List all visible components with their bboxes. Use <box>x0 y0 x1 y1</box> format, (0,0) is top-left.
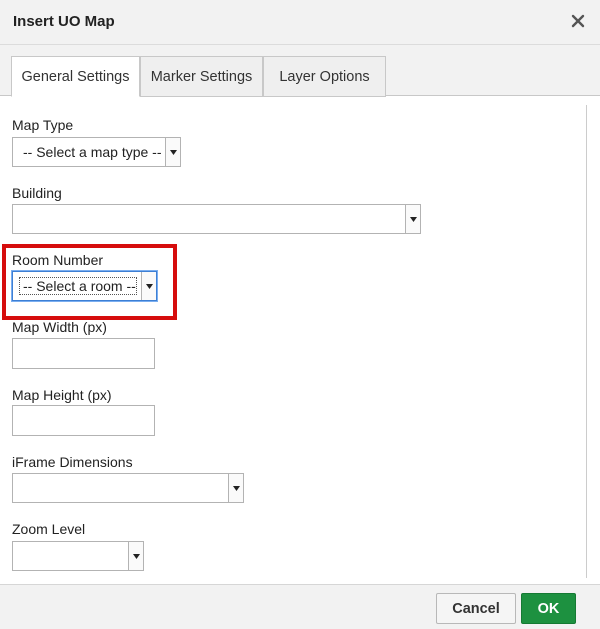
panel-scroll-divider <box>586 105 587 578</box>
close-icon[interactable] <box>570 13 586 29</box>
room-number-select[interactable]: -- Select a room -- <box>12 271 157 301</box>
tab-bar: General Settings Marker Settings Layer O… <box>0 45 600 97</box>
ok-button[interactable]: OK <box>521 593 576 624</box>
dialog-title: Insert UO Map <box>13 13 115 30</box>
map-type-select[interactable]: -- Select a map type -- <box>12 137 181 167</box>
map-type-value: -- Select a map type -- <box>23 144 162 160</box>
map-type-label: Map Type <box>12 117 74 133</box>
building-label: Building <box>12 185 62 201</box>
chevron-down-icon <box>228 474 243 502</box>
zoom-level-label: Zoom Level <box>12 521 86 537</box>
map-width-input[interactable] <box>12 338 155 369</box>
insert-uo-map-dialog: Insert UO Map General Settings Marker Se… <box>0 0 600 629</box>
iframe-dimensions-label: iFrame Dimensions <box>12 454 133 470</box>
cancel-button[interactable]: Cancel <box>436 593 516 624</box>
chevron-down-icon <box>405 205 420 233</box>
map-width-label: Map Width (px) <box>12 319 107 335</box>
tab-general-settings[interactable]: General Settings <box>11 56 140 97</box>
chevron-down-icon <box>165 138 180 166</box>
iframe-dimensions-select[interactable] <box>12 473 244 503</box>
dialog-footer: Cancel OK <box>0 584 600 629</box>
chevron-down-icon <box>141 272 156 300</box>
dialog-titlebar: Insert UO Map <box>0 0 600 45</box>
map-height-label: Map Height (px) <box>12 387 112 403</box>
room-number-label: Room Number <box>12 252 104 268</box>
tab-marker-settings[interactable]: Marker Settings <box>140 56 263 97</box>
tab-layer-options[interactable]: Layer Options <box>263 56 386 97</box>
focus-ring <box>19 277 137 295</box>
building-select[interactable] <box>12 204 421 234</box>
chevron-down-icon <box>128 542 143 570</box>
map-height-input[interactable] <box>12 405 155 436</box>
zoom-level-select[interactable] <box>12 541 144 571</box>
